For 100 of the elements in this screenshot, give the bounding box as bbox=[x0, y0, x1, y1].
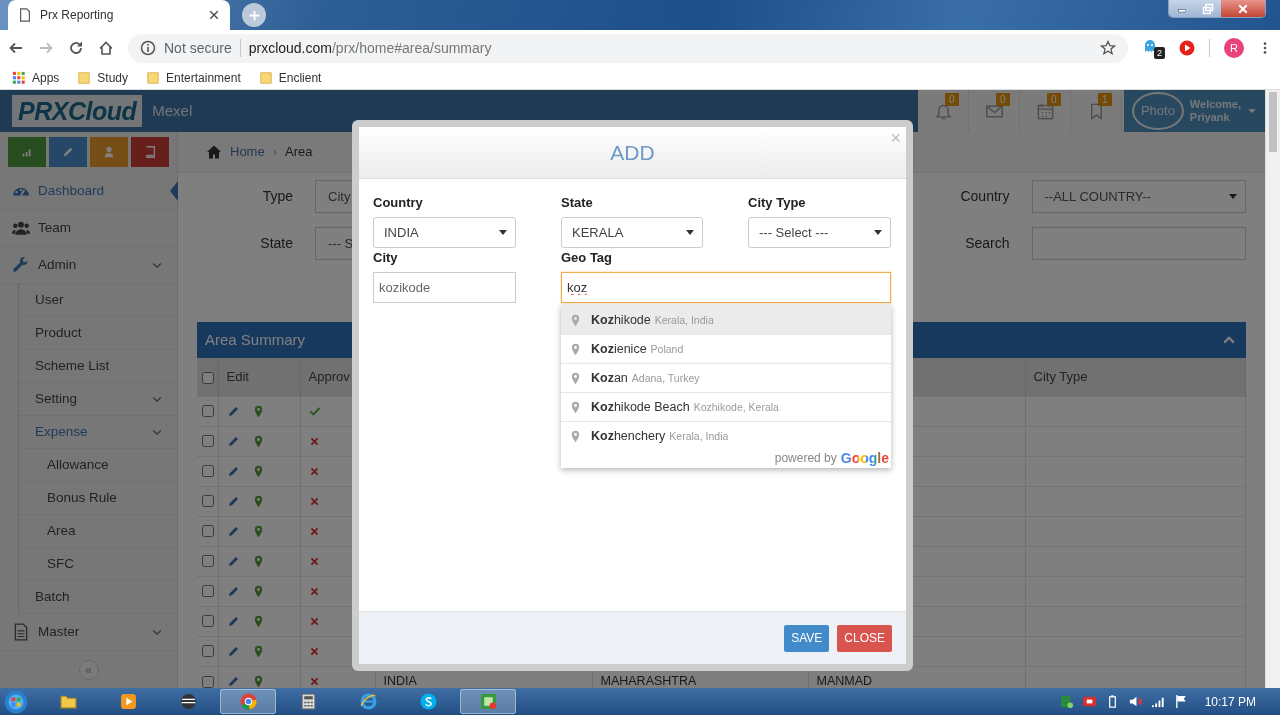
reload-icon[interactable] bbox=[68, 40, 84, 56]
select-all-checkbox[interactable] bbox=[202, 371, 214, 384]
field-label: State bbox=[561, 195, 594, 210]
map-pin-icon bbox=[569, 371, 582, 385]
collapse-sidebar-button[interactable]: « bbox=[78, 659, 99, 680]
flag-icon[interactable] bbox=[1173, 694, 1189, 709]
row-checkbox[interactable] bbox=[202, 465, 214, 478]
pencil-icon[interactable] bbox=[226, 554, 240, 568]
sidebar-item[interactable]: Team bbox=[0, 210, 177, 247]
sidebar-item[interactable]: SFC bbox=[19, 548, 177, 581]
sidebar-item[interactable]: Master bbox=[0, 614, 177, 651]
taskbar-button[interactable] bbox=[460, 689, 516, 714]
tab-title: Prx Reporting bbox=[40, 7, 115, 24]
forward-icon[interactable] bbox=[38, 40, 54, 56]
bookmark[interactable]: Entertainment bbox=[146, 68, 241, 87]
pencil-icon[interactable] bbox=[226, 464, 240, 478]
shortcut-button[interactable] bbox=[131, 137, 169, 167]
app-tray-icon[interactable] bbox=[1058, 694, 1074, 709]
bookmark[interactable]: Study bbox=[77, 68, 129, 87]
pencil-icon[interactable] bbox=[226, 434, 240, 448]
suggestion-item[interactable]: Kozhikode Beach Kozhikode, Kerala bbox=[561, 392, 891, 421]
scrollbar[interactable] bbox=[1265, 90, 1280, 688]
back-icon[interactable] bbox=[8, 40, 24, 56]
user-menu[interactable]: Photo Welcome, Priyank bbox=[1124, 90, 1265, 132]
place-name: Kozhikode bbox=[591, 311, 651, 329]
extension-button[interactable]: 2 bbox=[1142, 37, 1165, 59]
close-icon bbox=[1237, 3, 1249, 15]
filter-label: Type bbox=[262, 187, 293, 206]
sidebar-item[interactable]: Bonus Rule bbox=[19, 482, 177, 515]
input-field[interactable]: kozikode bbox=[373, 272, 516, 303]
row-checkbox[interactable] bbox=[202, 405, 214, 418]
dropdown[interactable]: INDIA bbox=[373, 217, 516, 248]
input-field[interactable]: koz bbox=[561, 272, 891, 303]
sidebar-item[interactable]: Allowance bbox=[19, 449, 177, 482]
security-label: Not secure bbox=[164, 38, 232, 58]
sidebar-item[interactable]: User bbox=[19, 284, 177, 317]
place-name: Kozhenchery bbox=[591, 427, 666, 445]
company-name: Mexel bbox=[152, 100, 193, 121]
suggestion-item[interactable]: Kozienice Poland bbox=[561, 334, 891, 363]
plus-icon bbox=[247, 8, 261, 22]
sidebar-item[interactable]: Setting bbox=[19, 383, 177, 416]
pencil-icon[interactable] bbox=[226, 494, 240, 508]
column-header: Approv bbox=[308, 369, 350, 384]
new-tab-button[interactable] bbox=[242, 3, 266, 27]
breadcrumb-separator: › bbox=[272, 143, 278, 162]
bookmark[interactable]: Enclient bbox=[258, 68, 322, 87]
welcome-text: Welcome, bbox=[1189, 98, 1241, 111]
row-checkbox[interactable] bbox=[202, 525, 214, 538]
pencil-icon[interactable] bbox=[226, 644, 240, 658]
sidebar-item[interactable]: Scheme List bbox=[19, 350, 177, 383]
table-cell: INDIA bbox=[383, 673, 417, 688]
place-name: Kozan bbox=[591, 369, 628, 387]
dropdown[interactable]: KERALA bbox=[561, 217, 703, 248]
close-window-button[interactable] bbox=[1221, 0, 1265, 17]
minimize-button[interactable] bbox=[1169, 0, 1195, 17]
browser-tab[interactable]: Prx Reporting bbox=[8, 0, 230, 30]
sidebar-item[interactable]: Product bbox=[19, 317, 177, 350]
sidebar-item[interactable]: Expense bbox=[19, 416, 177, 449]
row-checkbox[interactable] bbox=[202, 555, 214, 568]
save-button[interactable]: SAVE bbox=[784, 624, 830, 652]
row-checkbox[interactable] bbox=[202, 615, 214, 628]
calendar-icon[interactable] bbox=[1035, 101, 1055, 121]
profile-avatar[interactable]: R bbox=[1224, 38, 1244, 58]
bookmark[interactable]: Apps bbox=[12, 68, 60, 87]
breadcrumb-link[interactable]: Home bbox=[230, 142, 265, 162]
row-checkbox[interactable] bbox=[202, 675, 214, 688]
row-checkbox[interactable] bbox=[202, 435, 214, 448]
dropdown[interactable]: --- Select --- bbox=[748, 217, 891, 248]
close-button[interactable]: CLOSE bbox=[837, 624, 892, 652]
brand-logo: PRXCloud bbox=[12, 95, 143, 127]
suggestion-item[interactable]: Kozan Adana, Turkey bbox=[561, 363, 891, 392]
filter-label: Country bbox=[960, 187, 1010, 206]
info-icon[interactable] bbox=[140, 40, 156, 56]
row-checkbox[interactable] bbox=[202, 495, 214, 508]
close-button[interactable]: × bbox=[890, 129, 901, 147]
star-icon[interactable] bbox=[1100, 40, 1116, 56]
field-label: City bbox=[373, 250, 399, 265]
close-icon[interactable] bbox=[208, 9, 220, 21]
breadcrumb-current: Area bbox=[285, 143, 313, 162]
row-checkbox[interactable] bbox=[202, 645, 214, 658]
home-icon[interactable] bbox=[98, 40, 114, 56]
suggestion-item[interactable]: Kozhikode Kerala, India bbox=[561, 305, 891, 334]
start-button[interactable] bbox=[4, 689, 28, 714]
sidebar-item[interactable]: Batch bbox=[19, 581, 177, 614]
pencil-icon[interactable] bbox=[226, 614, 240, 628]
camera-tray-icon[interactable] bbox=[1081, 694, 1097, 709]
row-checkbox[interactable] bbox=[202, 585, 214, 598]
address-bar[interactable]: Not secure prxcloud.com/prx/home#area/summary bbox=[128, 33, 1128, 63]
pencil-icon[interactable] bbox=[226, 524, 240, 538]
sidebar-item[interactable]: Admin bbox=[0, 247, 177, 284]
restore-button[interactable] bbox=[1195, 0, 1221, 17]
play-icon[interactable] bbox=[1179, 40, 1195, 56]
shortcut-button[interactable] bbox=[90, 137, 128, 167]
filter-select[interactable]: --ALL COUNTRY-- bbox=[1031, 180, 1246, 213]
field-label: Geo Tag bbox=[561, 250, 614, 265]
pencil-icon[interactable] bbox=[226, 404, 240, 418]
search-field[interactable] bbox=[1031, 227, 1246, 260]
pencil-icon[interactable] bbox=[226, 584, 240, 598]
suggestion-item[interactable]: Kozhenchery Kerala, India bbox=[561, 421, 891, 450]
sidebar-item[interactable]: Area bbox=[19, 515, 177, 548]
